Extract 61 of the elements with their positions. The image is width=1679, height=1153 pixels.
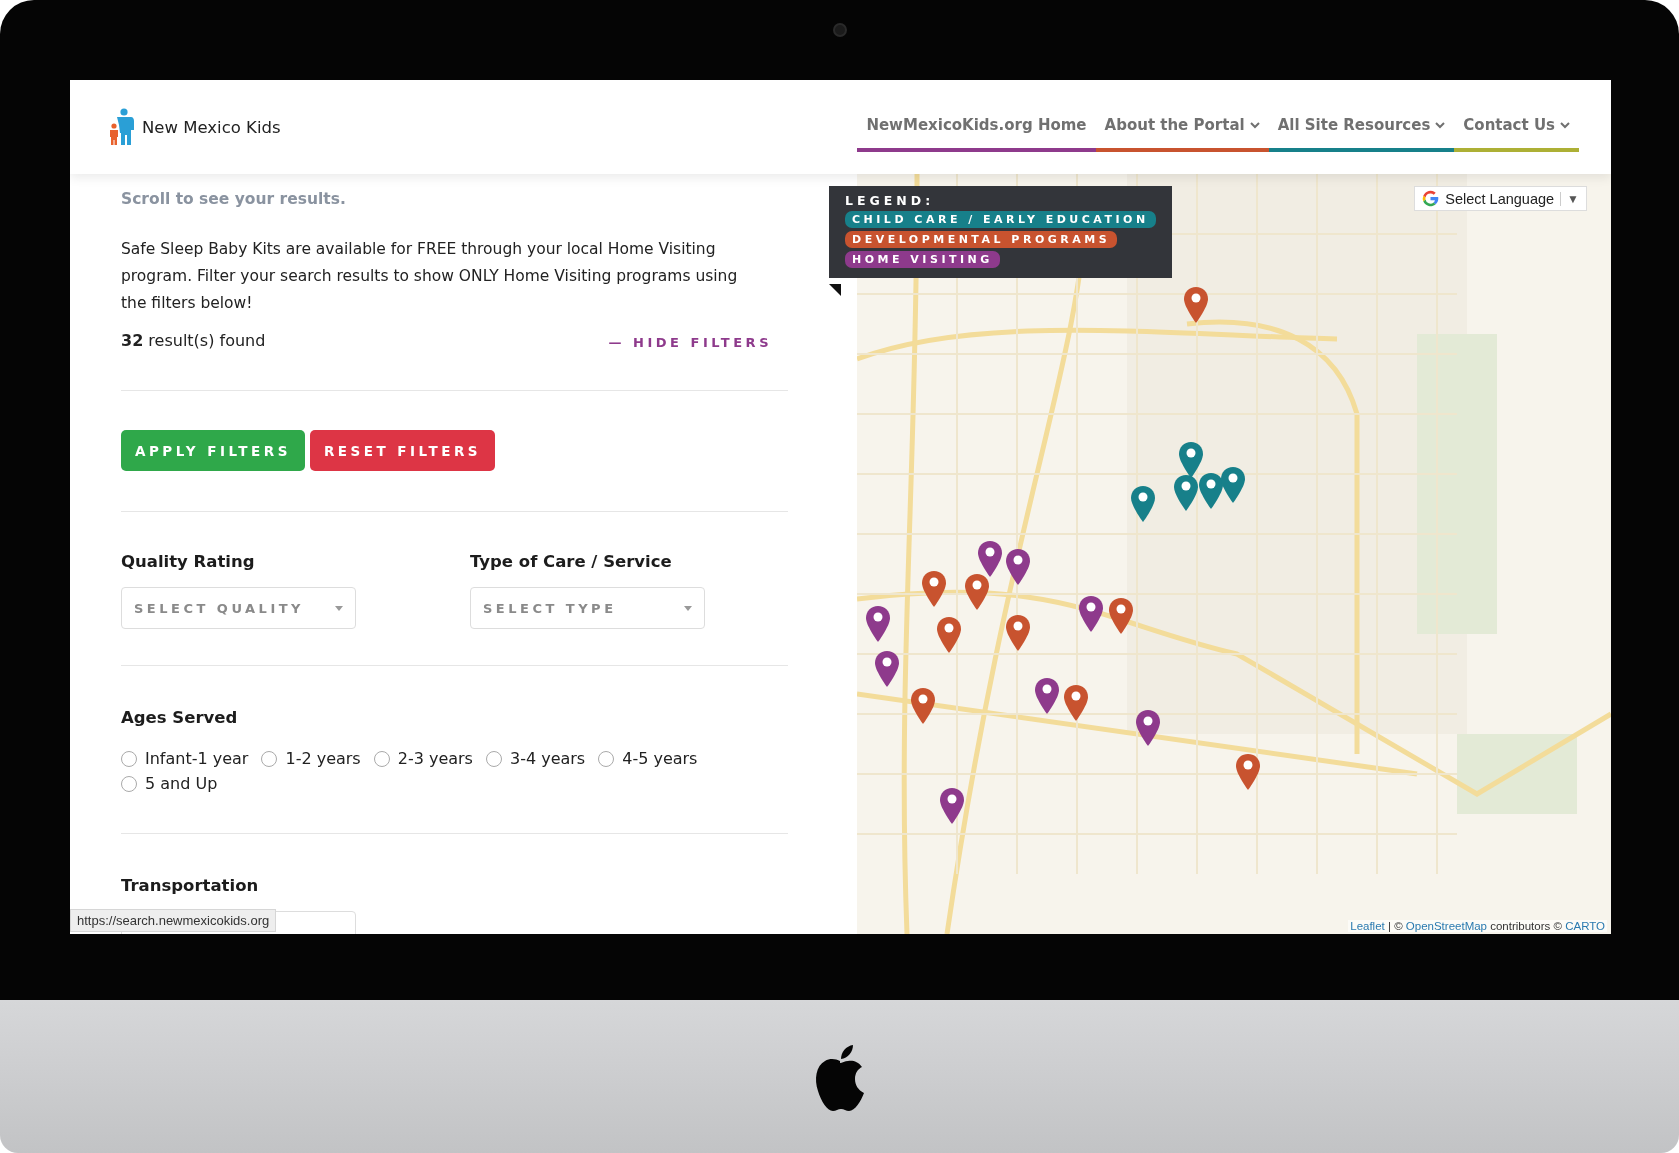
status-url-tooltip: https://search.newmexicokids.org <box>70 909 277 932</box>
map-pin-icon[interactable] <box>1129 485 1156 524</box>
legend-title: LEGEND: <box>845 193 936 208</box>
nav-link[interactable]: NewMexicoKids.org Home <box>857 116 1096 148</box>
ribbon-fold-icon <box>829 284 841 296</box>
map-pin-icon[interactable] <box>939 787 965 825</box>
apply-filters-button[interactable]: APPLY FILTERS <box>121 430 305 471</box>
map-pin-icon[interactable] <box>874 650 901 689</box>
checkbox-label[interactable]: 2-3 years <box>397 749 473 768</box>
caret-icon <box>335 605 343 611</box>
attribution-link[interactable]: CARTO <box>1565 920 1605 932</box>
map-pin-icon[interactable] <box>920 569 947 608</box>
caret-icon <box>684 605 692 611</box>
attribution-link[interactable]: OpenStreetMap <box>1405 920 1487 932</box>
map-pin-icon[interactable] <box>1235 752 1262 791</box>
legend-tag: CHILD CARE / EARLY EDUCATION <box>845 211 1156 228</box>
attribution-text: contributors © <box>1489 920 1563 932</box>
g-logo-icon <box>1422 190 1440 207</box>
map-pin-icon[interactable] <box>1135 709 1162 748</box>
filter-label: Transportation <box>121 876 260 895</box>
attribution-text: | © <box>1386 920 1404 932</box>
legend-tag: DEVELOPMENTAL PROGRAMS <box>845 231 1118 248</box>
map-pin-icon[interactable] <box>1005 548 1032 587</box>
map-pin-icon[interactable] <box>1077 594 1104 633</box>
filter-label: Type of Care / Service <box>470 552 673 571</box>
family-logo-icon <box>108 108 134 146</box>
checkbox-label[interactable]: 5 and Up <box>145 774 218 793</box>
map-pin-icon[interactable] <box>1005 613 1032 652</box>
map-pin-icon[interactable] <box>1220 466 1247 505</box>
map-pin-icon[interactable] <box>976 540 1003 578</box>
checkbox-label[interactable]: Infant-1 year <box>145 749 249 768</box>
legend-tag: HOME VISITING <box>845 251 1000 268</box>
map-pin-icon[interactable] <box>1062 684 1089 723</box>
map-pin-icon[interactable] <box>1198 471 1225 510</box>
map-pin-icon[interactable] <box>865 605 892 644</box>
map-pin-icon[interactable] <box>1107 597 1134 635</box>
attribution-link[interactable]: Leaflet <box>1350 920 1385 932</box>
nav-link[interactable]: Contact Us <box>1454 116 1579 148</box>
hide-filters-link[interactable]: — HIDE FILTERS <box>608 335 772 350</box>
intro-paragraph: Safe Sleep Baby Kits are available for FREE through your local Home Visiting program. Filter your search results to show ONLY Home Visiting programs using the filters below! <box>121 239 739 314</box>
result-count: 32 result(s) found <box>121 331 266 350</box>
select-dropdown[interactable]: SELECT TYPE <box>470 587 705 629</box>
checkbox-label[interactable]: 3-4 years <box>509 749 586 768</box>
filter-label: Quality Rating <box>121 552 256 571</box>
camera-icon <box>833 23 847 37</box>
checkbox-label[interactable]: 4-5 years <box>622 749 698 768</box>
nav-link[interactable]: About the Portal <box>1095 116 1269 148</box>
language-select[interactable]: Select Language ▼ <box>1414 186 1587 211</box>
map-pin-icon[interactable] <box>1183 286 1210 325</box>
checkbox-label[interactable]: 1-2 years <box>285 749 361 768</box>
filter-label: Ages Served <box>121 708 239 727</box>
site-name: New Mexico Kids <box>142 117 281 137</box>
map-pin-icon[interactable] <box>910 687 937 726</box>
map-pin-icon[interactable] <box>1034 676 1060 715</box>
map-pin-icon[interactable] <box>936 616 962 654</box>
reset-filters-button[interactable]: RESET FILTERS <box>309 430 495 471</box>
map-pin-icon[interactable] <box>1173 473 1200 512</box>
nav-link[interactable]: All Site Resources <box>1268 116 1455 148</box>
select-dropdown[interactable]: SELECT QUALITY <box>121 587 356 629</box>
map-pin-icon[interactable] <box>963 573 990 612</box>
scroll-hint: Scroll to see your results. <box>121 190 347 208</box>
